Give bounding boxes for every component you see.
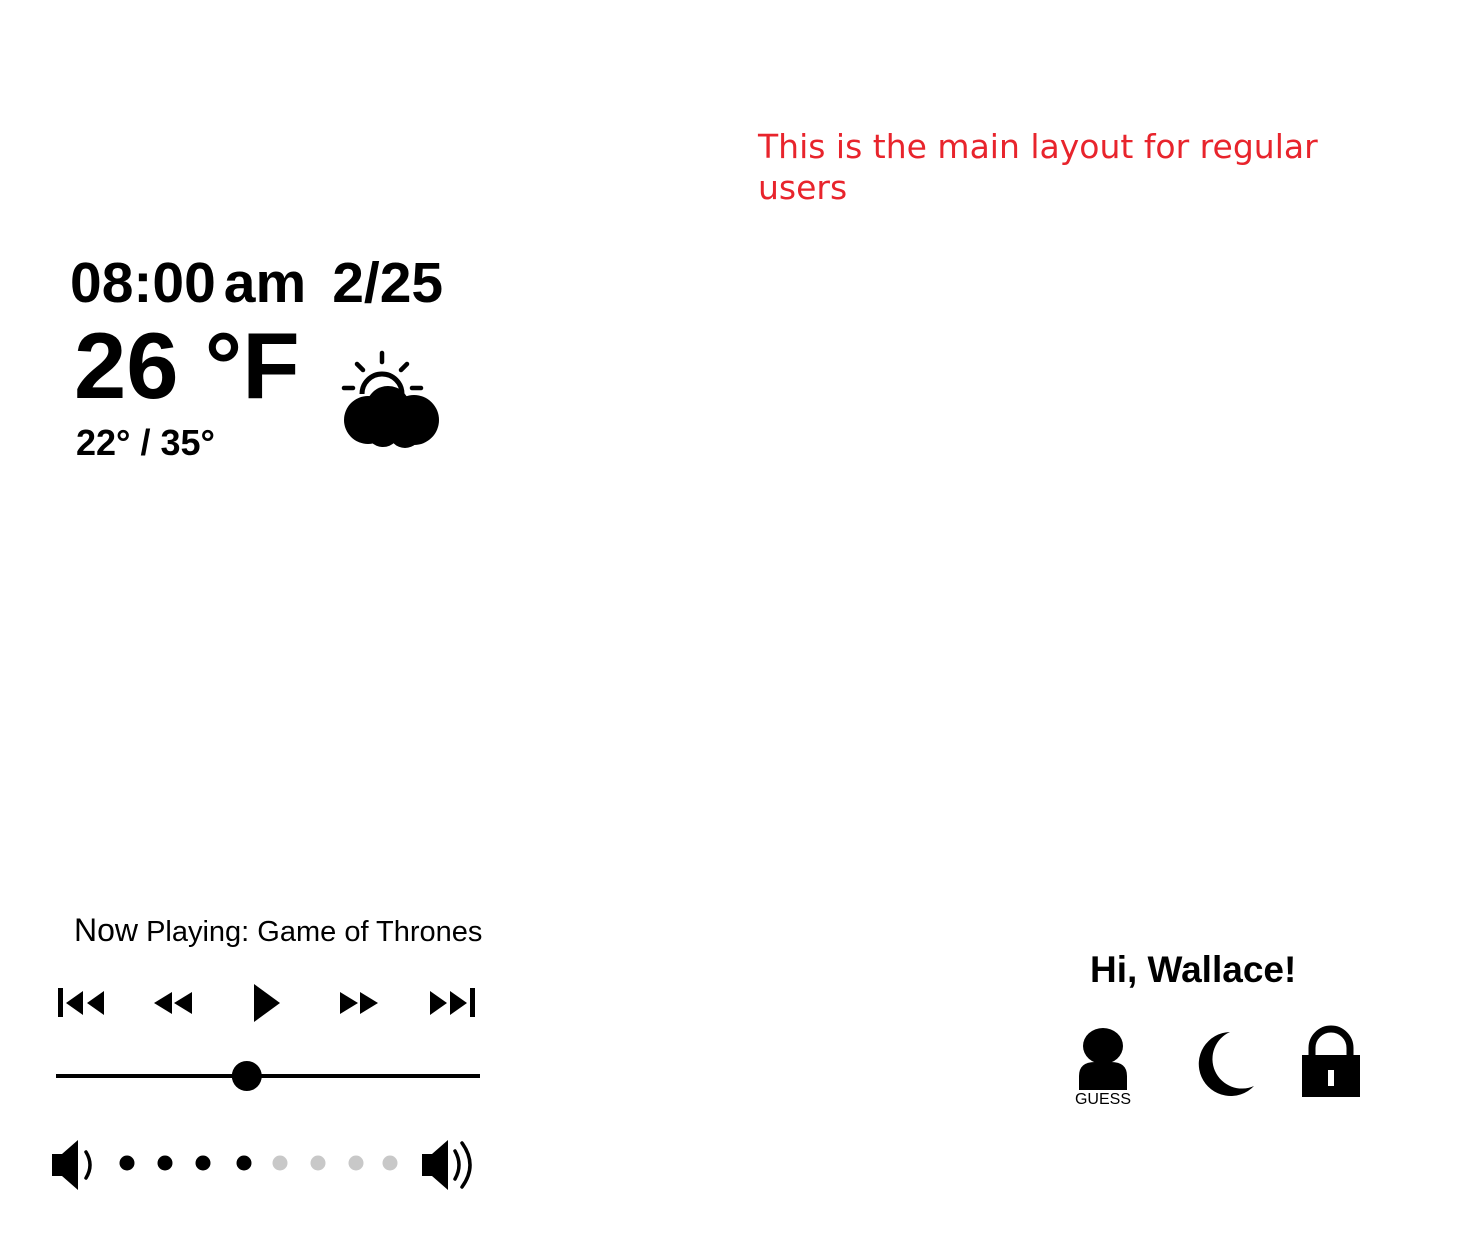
seek-track <box>56 1061 480 1091</box>
volume-level-dots[interactable] <box>119 1155 398 1171</box>
clock-ampm: am <box>223 251 307 315</box>
moon-icon <box>1198 1032 1254 1096</box>
temperature-separator: / <box>130 422 161 463</box>
fast-forward-icon <box>340 992 378 1014</box>
volume-dot[interactable] <box>382 1155 398 1171</box>
volume-up-icon[interactable] <box>422 1140 472 1190</box>
current-temperature: 26 °F <box>74 313 300 418</box>
lock-button[interactable] <box>1298 1024 1364 1100</box>
skip-next-icon <box>430 988 475 1017</box>
temperature-range: 22° / 35° <box>76 422 215 464</box>
seek-slider[interactable] <box>54 1058 482 1094</box>
play-button[interactable] <box>242 978 290 1028</box>
now-playing-lead: Now <box>74 912 139 948</box>
night-mode-button[interactable] <box>1186 1028 1258 1100</box>
guest-user-button[interactable]: GUESS <box>1070 1026 1136 1112</box>
guest-label: GUESS <box>1074 1091 1131 1108</box>
play-icon <box>254 984 280 1022</box>
volume-dot[interactable] <box>236 1155 252 1171</box>
volume-control <box>48 1134 484 1196</box>
volume-dot[interactable] <box>157 1155 173 1171</box>
volume-dot[interactable] <box>195 1155 211 1171</box>
volume-dot[interactable] <box>310 1155 326 1171</box>
temperature-high: 35° <box>160 422 215 463</box>
user-icon <box>1079 1028 1127 1090</box>
clock-date: 2/25 <box>332 251 444 315</box>
partly-cloudy-icon <box>335 348 447 452</box>
skip-previous-button[interactable] <box>54 978 110 1028</box>
volume-dot[interactable] <box>272 1155 288 1171</box>
volume-down-icon[interactable] <box>52 1140 92 1190</box>
temperature-low: 22° <box>76 422 131 463</box>
fast-forward-button[interactable] <box>336 978 386 1028</box>
volume-dot[interactable] <box>119 1155 135 1171</box>
now-playing-label: Now Playing: Game of Thrones <box>74 910 482 952</box>
annotation-line-2: users <box>758 168 848 207</box>
lock-icon <box>1302 1025 1360 1097</box>
clock-row: 08:00 am 2/25 <box>70 250 443 316</box>
clock-time: 08:00 <box>70 251 216 315</box>
now-playing-title: Playing: Game of Thrones <box>138 916 483 948</box>
media-controls <box>50 978 484 1028</box>
skip-next-button[interactable] <box>424 978 482 1028</box>
user-greeting: Hi, Wallace! <box>1090 949 1297 990</box>
layout-annotation: This is the main layout for regular user… <box>758 126 1318 208</box>
annotation-line-1: This is the main layout for regular <box>758 127 1318 166</box>
rewind-button[interactable] <box>150 978 200 1028</box>
seek-thumb[interactable] <box>231 1061 262 1091</box>
volume-dot[interactable] <box>348 1155 364 1171</box>
skip-previous-icon <box>58 988 104 1017</box>
rewind-icon <box>154 992 192 1014</box>
